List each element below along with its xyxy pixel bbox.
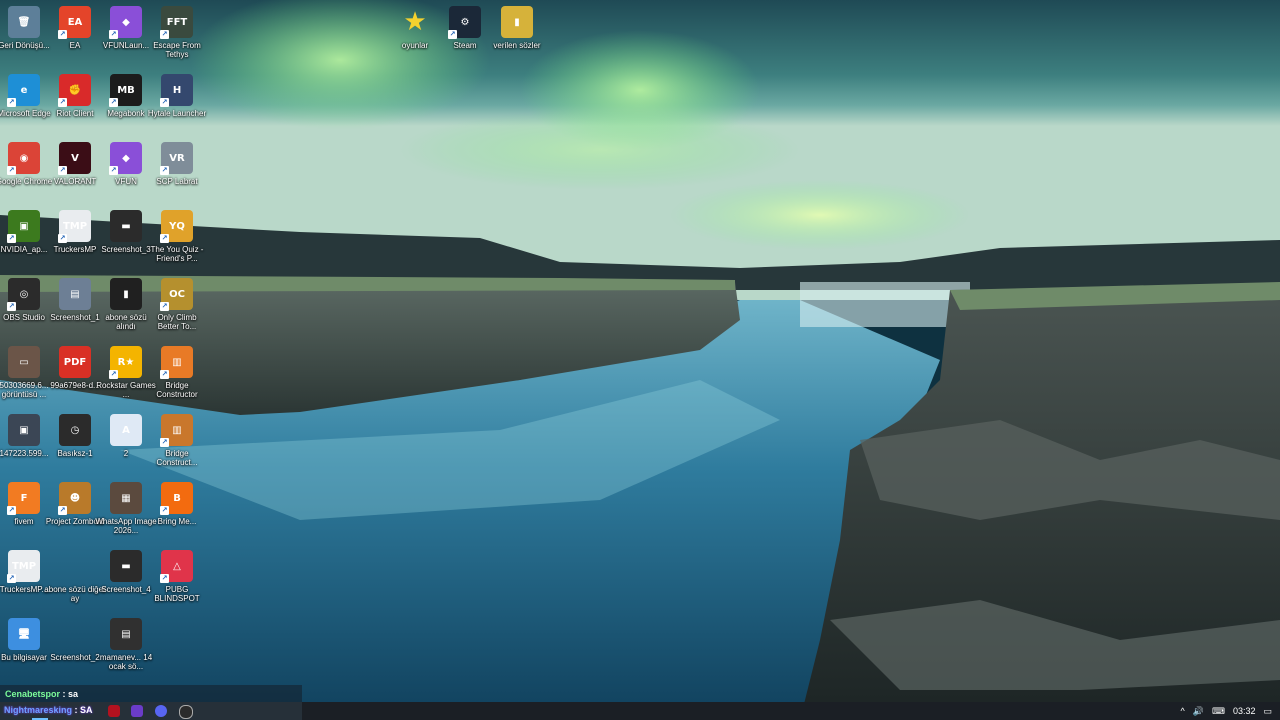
edge-icon: e [7, 74, 40, 107]
desktop-shortcut[interactable]: H Hytale Launcher [145, 72, 209, 140]
notification-icon[interactable]: ▭ [1263, 706, 1272, 717]
desktop-icon-grid: 🗑Geri Dönüşü...EAEA◆VFUNLaun...FFTEscape… [0, 0, 1280, 720]
valorant-icon: V [58, 142, 91, 175]
chat-message: Cenabetspor : sa [5, 689, 78, 699]
oyunlar-folder-icon: ★ [403, 6, 427, 37]
desktop-icon-label: Bring Me... [157, 517, 197, 526]
abone-sozu-alindi-icon: ▮ [110, 278, 142, 310]
whatsapp-image-icon: ▦ [110, 482, 142, 514]
fivem-icon: F [7, 482, 40, 515]
truckersmp-2-icon: TMP [7, 550, 40, 583]
megabonk-icon: MB [109, 74, 142, 107]
desktop-shortcut[interactable]: VR SCP Labrat [145, 140, 209, 208]
vfun-icon: ◆ [109, 142, 142, 175]
only-climb-icon: OC [160, 278, 193, 311]
overlay-username: Nightmaresking [4, 705, 73, 715]
desktop-shortcut[interactable]: ▤ mamanev... 14 ocak sö... [94, 616, 158, 684]
desktop-shortcut[interactable]: ▥ Bridge Construct... [145, 412, 209, 480]
verilen-sozler-folder-icon: ▮ [501, 6, 533, 38]
system-tray: ^ 🔊 ⌨ 03:32 ▭ [1177, 702, 1277, 720]
desktop-shortcut[interactable]: FFT Escape From Tethys [145, 4, 209, 72]
basiksz-icon: ◷ [59, 414, 91, 446]
this-pc-icon: 🖥 [8, 618, 40, 650]
abone-sozu-diger-ay-icon [59, 550, 91, 582]
desktop-shortcut[interactable]: ▮ verilen sözler [485, 4, 549, 72]
pinned-app-icon[interactable] [108, 705, 120, 717]
desktop-shortcut[interactable]: YQ The You Quiz - Friend's P... [145, 208, 209, 276]
riot-client-icon: ✊ [58, 74, 91, 107]
desktop-icon-label: Escape From Tethys [153, 41, 201, 59]
hytale-launcher-icon: H [160, 74, 193, 107]
bridge-constructor-icon: ▥ [160, 346, 193, 379]
truckersmp-icon: TMP [58, 210, 91, 243]
pdf-file-icon: PDF [59, 346, 91, 378]
discord-icon[interactable] [155, 705, 167, 717]
desktop-shortcut[interactable]: OC Only Climb Better To... [145, 276, 209, 344]
desktop-shortcut[interactable]: ▥ Bridge Constructor [145, 344, 209, 412]
you-quiz-icon: YQ [160, 210, 193, 243]
scp-labrat-icon: VR [160, 142, 193, 175]
screenshot-4-icon: ▬ [110, 550, 142, 582]
bring-me-icon: B [160, 482, 193, 515]
mamanev-file-icon: ▤ [110, 618, 142, 650]
screenshot-2-icon [59, 618, 91, 650]
taskbar: Nightmaresking : SA ^ 🔊 ⌨ 03:32 ▭ [0, 702, 1280, 720]
desktop-shortcut[interactable]: B Bring Me... [145, 480, 209, 548]
nvidia-app-icon: ▣ [7, 210, 40, 243]
desktop-icon-label: SCP Labrat [156, 177, 198, 186]
pubg-blindspot-icon: △ [160, 550, 193, 583]
ea-app-icon: EA [58, 6, 91, 39]
screenshot-1-icon: ▤ [59, 278, 91, 310]
desktop-icon-label: Bridge Construct... [156, 449, 198, 467]
desktop-icon-label: Hytale Launcher [147, 109, 207, 118]
rockstar-games-icon: R★ [109, 346, 142, 379]
chevron-up-icon[interactable]: ^ [1181, 706, 1185, 716]
chat-username: Cenabetspor [5, 689, 61, 699]
obs-taskbar-icon[interactable] [179, 705, 193, 719]
desktop-shortcut[interactable]: △ PUBG BLINDSPOT [145, 548, 209, 616]
desktop-icon-label: The You Quiz - Friend's P... [150, 245, 204, 263]
recycle-bin-icon: 🗑 [8, 6, 40, 38]
desktop-icon-label: Only Climb Better To... [157, 313, 197, 331]
desktop-icon-label: mamanev... 14 ocak sö... [99, 653, 153, 671]
desktop-icon-label: verilen sözler [493, 41, 541, 50]
obs-studio-icon: ◎ [7, 278, 40, 311]
desktop-icon-label: PUBG BLINDSPOT [154, 585, 200, 603]
project-zomboid-icon: ☻ [58, 482, 91, 515]
screenshot-3-icon: ▬ [110, 210, 142, 242]
overlay-text: : SA [74, 705, 93, 715]
language-icon[interactable]: ⌨ [1212, 706, 1225, 717]
desktop-icon-label: Bridge Constructor [156, 381, 198, 399]
image-file-icon: ▭ [8, 346, 40, 378]
escape-from-tethys-icon: FFT [160, 6, 193, 39]
pinned-app-icon[interactable] [131, 705, 143, 717]
chat-text: : sa [62, 689, 79, 699]
image-147223-icon: ▣ [8, 414, 40, 446]
chrome-icon: ◉ [7, 142, 40, 175]
bridge-constructor-2-icon: ▥ [160, 414, 193, 447]
chat-overlay-line: Nightmaresking : SA [4, 705, 93, 715]
taskbar-clock[interactable]: 03:32 [1233, 706, 1256, 716]
vfun-launcher-icon: ◆ [109, 6, 142, 39]
text-file-2-icon: A [110, 414, 142, 446]
steam-icon: ⚙ [448, 6, 481, 39]
speaker-icon[interactable]: 🔊 [1193, 706, 1204, 717]
